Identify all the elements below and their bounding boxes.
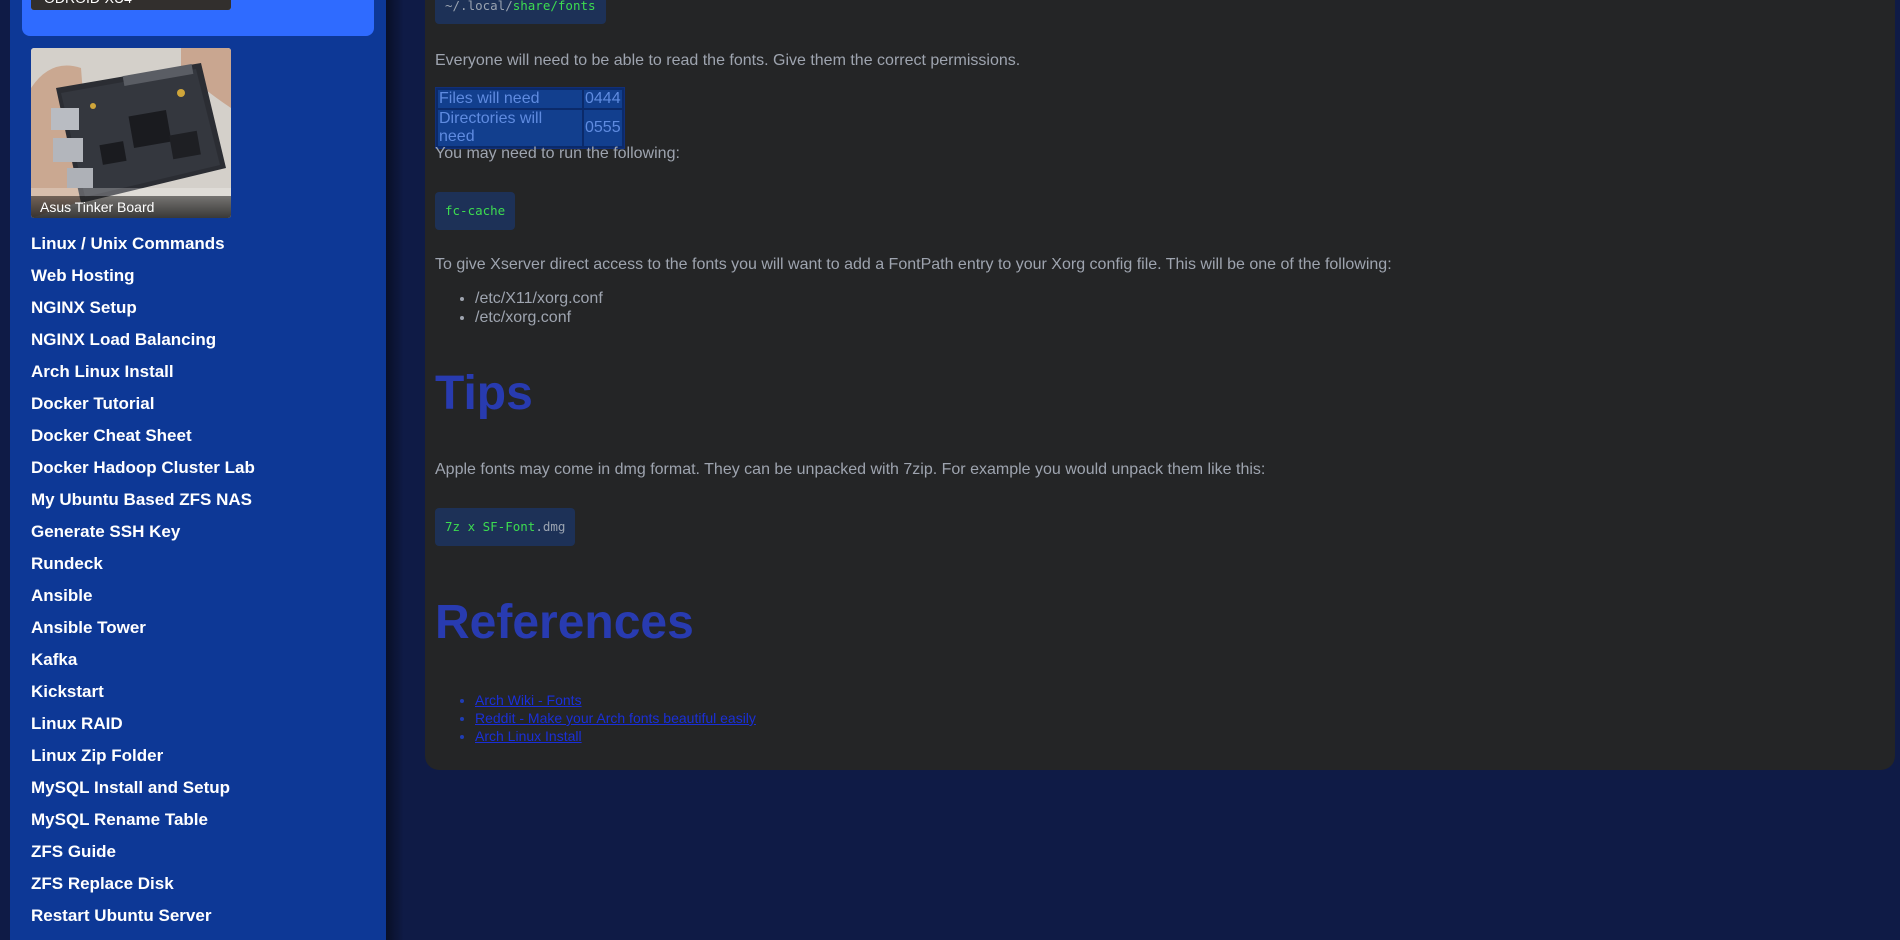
fonts-path-code-block: ~/.local/share/fonts [435, 0, 606, 24]
unpack-command: 7z x SF-Font [445, 519, 536, 534]
sidebar-link-linux-raid[interactable]: Linux RAID [31, 712, 255, 744]
permissions-table: Files will need 0444 Directories will ne… [435, 87, 625, 149]
reference-link-reddit-arch-fonts[interactable]: Reddit - Make your Arch fonts beautiful … [475, 710, 756, 726]
unpack-extension: .dmg [535, 519, 566, 534]
sidebar-link-kafka[interactable]: Kafka [31, 648, 255, 680]
tinker-board-image [31, 48, 231, 218]
fonts-path-prefix: ~/.local/ [445, 0, 513, 13]
permissions-label-files: Files will need [438, 90, 582, 108]
sidebar-link-zfs-replace-disk[interactable]: ZFS Replace Disk [31, 872, 255, 904]
sidebar-nav-links: Linux / Unix Commands Web Hosting NGINX … [31, 232, 255, 936]
unpack-code-block: 7z x SF-Font.dmg [435, 508, 576, 546]
sidebar-link-ubuntu-zfs-nas[interactable]: My Ubuntu Based ZFS NAS [31, 488, 255, 520]
permissions-value-files: 0444 [584, 90, 622, 108]
sidebar-link-ansible[interactable]: Ansible [31, 584, 255, 616]
tinker-board-caption: Asus Tinker Board [31, 196, 231, 218]
sidebar-link-nginx-load-balancing[interactable]: NGINX Load Balancing [31, 328, 255, 360]
sidebar-link-kickstart[interactable]: Kickstart [31, 680, 255, 712]
sidebar-link-docker-tutorial[interactable]: Docker Tutorial [31, 392, 255, 424]
sidebar-link-docker-cheat-sheet[interactable]: Docker Cheat Sheet [31, 424, 255, 456]
sidebar-link-zfs-guide[interactable]: ZFS Guide [31, 840, 255, 872]
sidebar-link-generate-ssh-key[interactable]: Generate SSH Key [31, 520, 255, 552]
sidebar-link-mysql-install-setup[interactable]: MySQL Install and Setup [31, 776, 255, 808]
list-item: /etc/xorg.conf [475, 309, 603, 328]
permissions-label-directories: Directories will need [438, 110, 582, 146]
list-item: Arch Wiki - Fonts [475, 691, 756, 709]
table-row: Files will need 0444 [438, 90, 622, 108]
sidebar: ODROID-XU4 Asus Tinker Board L [10, 0, 386, 940]
sidebar-link-arch-linux-install[interactable]: Arch Linux Install [31, 360, 255, 392]
permissions-value-directories: 0555 [584, 110, 622, 146]
xserver-paragraph: To give Xserver direct access to the fon… [435, 256, 1392, 273]
tips-paragraph: Apple fonts may come in dmg format. They… [435, 461, 1266, 478]
sidebar-link-web-hosting[interactable]: Web Hosting [31, 264, 255, 296]
fc-cache-code-block: fc-cache [435, 192, 516, 230]
sidebar-link-mysql-rename-table[interactable]: MySQL Rename Table [31, 808, 255, 840]
xorg-paths-list: /etc/X11/xorg.conf /etc/xorg.conf [435, 290, 603, 327]
references-heading: References [435, 596, 694, 649]
reference-link-arch-linux-install[interactable]: Arch Linux Install [475, 728, 582, 744]
tips-heading: Tips [435, 367, 533, 420]
sidebar-link-nginx-setup[interactable]: NGINX Setup [31, 296, 255, 328]
sidebar-selected-item-odroid[interactable]: ODROID-XU4 [22, 0, 374, 36]
table-row: Directories will need 0555 [438, 110, 622, 146]
list-item: Reddit - Make your Arch fonts beautiful … [475, 709, 756, 727]
sidebar-link-linux-zip-folder[interactable]: Linux Zip Folder [31, 744, 255, 776]
sidebar-link-ansible-tower[interactable]: Ansible Tower [31, 616, 255, 648]
asus-tinker-board-card[interactable]: Asus Tinker Board [31, 48, 231, 218]
fonts-path-highlight: share/fonts [512, 0, 596, 13]
reference-link-arch-wiki-fonts[interactable]: Arch Wiki - Fonts [475, 692, 582, 708]
odroid-board-caption: ODROID-XU4 [31, 0, 231, 10]
permissions-paragraph: Everyone will need to be able to read th… [435, 52, 1021, 69]
run-following-paragraph: You may need to run the following: [435, 145, 680, 162]
sidebar-link-restart-ubuntu-server[interactable]: Restart Ubuntu Server [31, 904, 255, 936]
sidebar-link-docker-hadoop-cluster-lab[interactable]: Docker Hadoop Cluster Lab [31, 456, 255, 488]
sidebar-shadow [386, 0, 404, 940]
article-card [425, 0, 1895, 770]
list-item: Arch Linux Install [475, 727, 756, 745]
sidebar-link-linux-unix-commands[interactable]: Linux / Unix Commands [31, 232, 255, 264]
sidebar-link-rundeck[interactable]: Rundeck [31, 552, 255, 584]
odroid-board-card[interactable]: ODROID-XU4 [31, 0, 231, 10]
list-item: /etc/X11/xorg.conf [475, 290, 603, 309]
references-list: Arch Wiki - Fonts Reddit - Make your Arc… [435, 691, 756, 745]
